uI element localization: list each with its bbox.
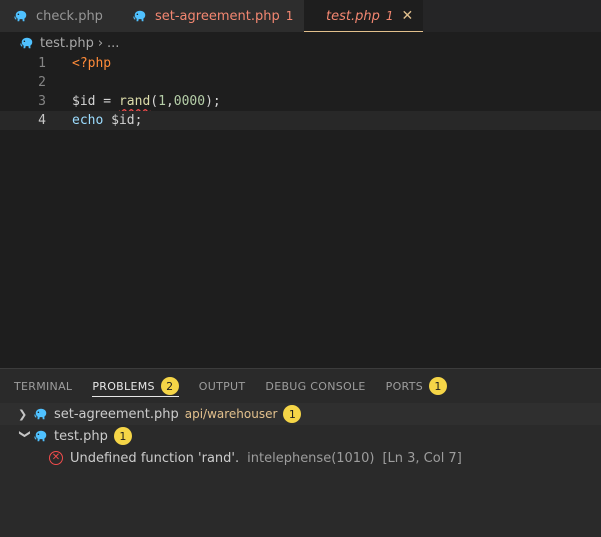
tab-label: TERMINAL [14,379,73,393]
php-elephant-icon [34,407,48,421]
tab-label: test.php [326,8,380,24]
variable-token: $id [72,94,96,109]
tab-ports[interactable]: PORTS 1 [386,369,447,403]
problem-count-badge: 1 [113,427,132,445]
chevron-down-icon[interactable]: ❯ [19,429,32,443]
problem-item[interactable]: ✕ Undefined function 'rand'. intelephens… [0,447,601,469]
tab-debug-console[interactable]: DEBUG CONSOLE [265,369,365,403]
tab-label: DEBUG CONSOLE [265,379,366,393]
php-elephant-icon [20,36,34,50]
problem-file-path: api/warehouser [184,407,278,421]
tab-output[interactable]: OUTPUT [199,369,246,403]
tab-label: set-agreement.php [155,8,280,24]
line-number: 4 [38,113,46,128]
error-icon: ✕ [49,451,63,465]
code-editor[interactable]: 1 <?php 2 3 $id = rand(1,0000); 4 echo $… [0,54,601,368]
punctuation-token: , [165,94,174,109]
editor-line: 2 [0,73,601,92]
line-number: 3 [38,94,46,109]
editor-tab-bar: check.php set-agreement.php 1 test.php 1… [0,0,601,32]
code-text: <?php [72,56,112,71]
close-icon[interactable]: ✕ [401,8,413,24]
tab-label: PORTS [385,379,423,393]
tab-test-php[interactable]: test.php 1 ✕ [304,0,423,32]
problem-file-name: test.php [54,428,108,444]
problem-file-row[interactable]: ❯ set-agreement.php api/warehouser 1 [0,403,601,425]
keyword-token: echo [72,113,104,128]
problem-source: intelephense(1010) [247,450,375,466]
number-token: 0000 [173,94,206,109]
tab-problem-count: 1 [385,9,394,23]
problem-file-name: set-agreement.php [54,406,179,422]
tab-terminal[interactable]: TERMINAL [14,369,72,403]
tab-set-agreement-php[interactable]: set-agreement.php 1 [119,0,304,32]
breadcrumb-symbols[interactable]: ... [107,36,119,51]
tab-label: OUTPUT [198,379,246,393]
editor-line: 3 $id = rand(1,0000); [0,92,601,111]
tab-label: PROBLEMS [92,379,155,393]
punctuation-token: ); [205,94,221,109]
problems-count-badge: 2 [160,377,179,395]
punctuation-token: ( [150,94,159,109]
number-token: 1 [158,94,166,109]
operator-token: = [95,94,119,109]
problem-count-badge: 1 [283,405,302,423]
editor-line-current: 4 echo $id; [0,111,601,130]
panel-tab-bar: TERMINAL PROBLEMS 2 OUTPUT DEBUG CONSOLE … [0,369,601,403]
bottom-panel: TERMINAL PROBLEMS 2 OUTPUT DEBUG CONSOLE … [0,368,601,537]
tab-problem-count: 1 [285,9,294,23]
php-elephant-icon [34,429,48,443]
tab-check-php[interactable]: check.php [0,0,119,32]
php-elephant-icon [133,9,147,23]
chevron-right-icon: › [97,35,104,51]
problem-file-row[interactable]: ❯ test.php 1 [0,425,601,447]
ports-count-badge: 1 [429,377,447,395]
php-elephant-icon [14,9,28,23]
breadcrumb-file[interactable]: test.php [40,36,94,51]
tab-problems[interactable]: PROBLEMS 2 [92,369,180,403]
problem-message: Undefined function 'rand'. [70,450,240,466]
editor-line: 1 <?php [0,54,601,73]
line-number: 2 [38,75,46,90]
variable-token: $id; [103,113,143,128]
breadcrumb: test.php › ... [0,32,601,54]
line-number: 1 [38,56,46,71]
function-token-with-error[interactable]: rand [119,94,150,109]
tab-label: check.php [36,8,103,24]
code-text: $id = rand(1,0000); [72,94,221,109]
problem-location: [Ln 3, Col 7] [382,450,462,466]
code-text: echo $id; [72,113,142,128]
chevron-right-icon[interactable]: ❯ [18,408,32,421]
